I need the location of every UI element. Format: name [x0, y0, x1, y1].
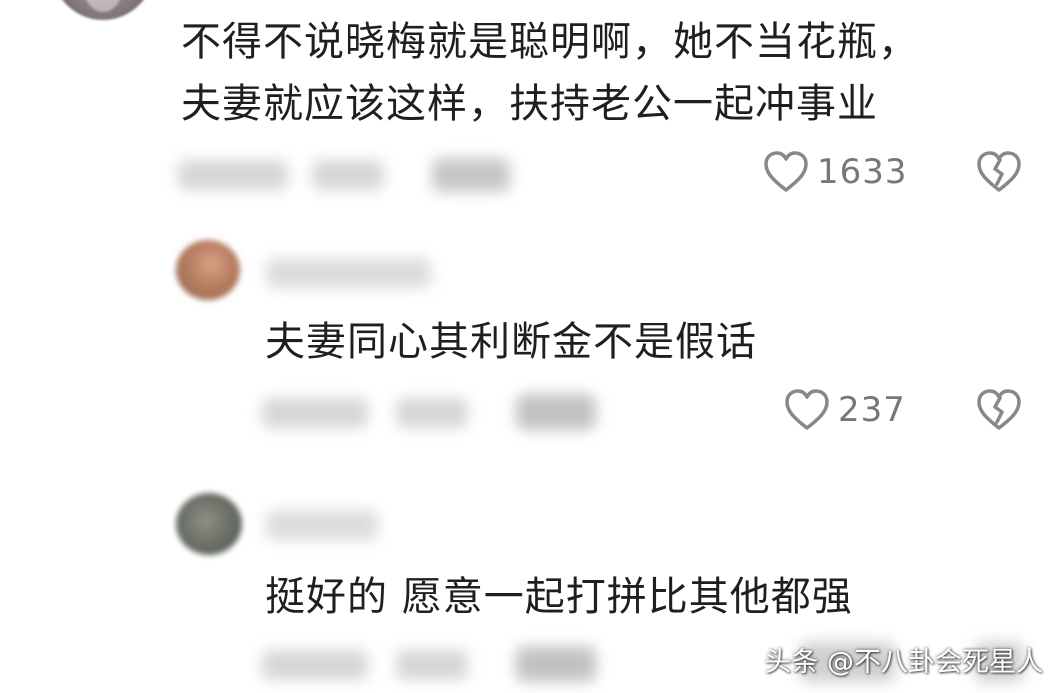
avatar[interactable]	[52, 0, 154, 20]
avatar[interactable]	[176, 240, 240, 300]
comment-text: 夫妻同心其利断金不是假话	[265, 319, 757, 365]
heart-outline-icon	[784, 388, 830, 432]
watermark: 头条 @不八卦会死星人	[764, 647, 1043, 678]
like-button[interactable]: 237	[784, 388, 906, 432]
dislike-button[interactable]	[976, 150, 1022, 194]
comment-meta-time	[262, 398, 368, 428]
reply-link[interactable]	[516, 646, 596, 682]
comment-meta-time	[262, 650, 368, 680]
broken-heart-icon	[976, 388, 1022, 432]
comment-meta-location	[396, 650, 468, 680]
comment-meta-location	[312, 160, 384, 190]
reply-link[interactable]	[516, 394, 596, 430]
username[interactable]	[266, 258, 431, 288]
avatar[interactable]	[176, 493, 242, 555]
heart-outline-icon	[763, 150, 809, 194]
like-count: 237	[838, 390, 906, 430]
comment-meta-location	[396, 398, 468, 428]
comment-thread: 不得不说晓梅就是聪明啊，她不当花瓶， 夫妻就应该这样，扶持老公一起冲事业 163…	[0, 0, 1057, 693]
dislike-button[interactable]	[976, 388, 1022, 432]
like-count: 1633	[817, 152, 908, 192]
reply-link[interactable]	[432, 158, 510, 192]
comment-text: 挺好的 愿意一起打拼比其他都强	[265, 574, 853, 620]
comment-text: 夫妻就应该这样，扶持老公一起冲事业	[181, 81, 878, 127]
broken-heart-icon	[976, 150, 1022, 194]
comment-meta-time	[178, 160, 288, 190]
username[interactable]	[266, 510, 378, 540]
like-button[interactable]: 1633	[763, 150, 908, 194]
comment-text: 不得不说晓梅就是聪明啊，她不当花瓶，	[181, 19, 919, 65]
